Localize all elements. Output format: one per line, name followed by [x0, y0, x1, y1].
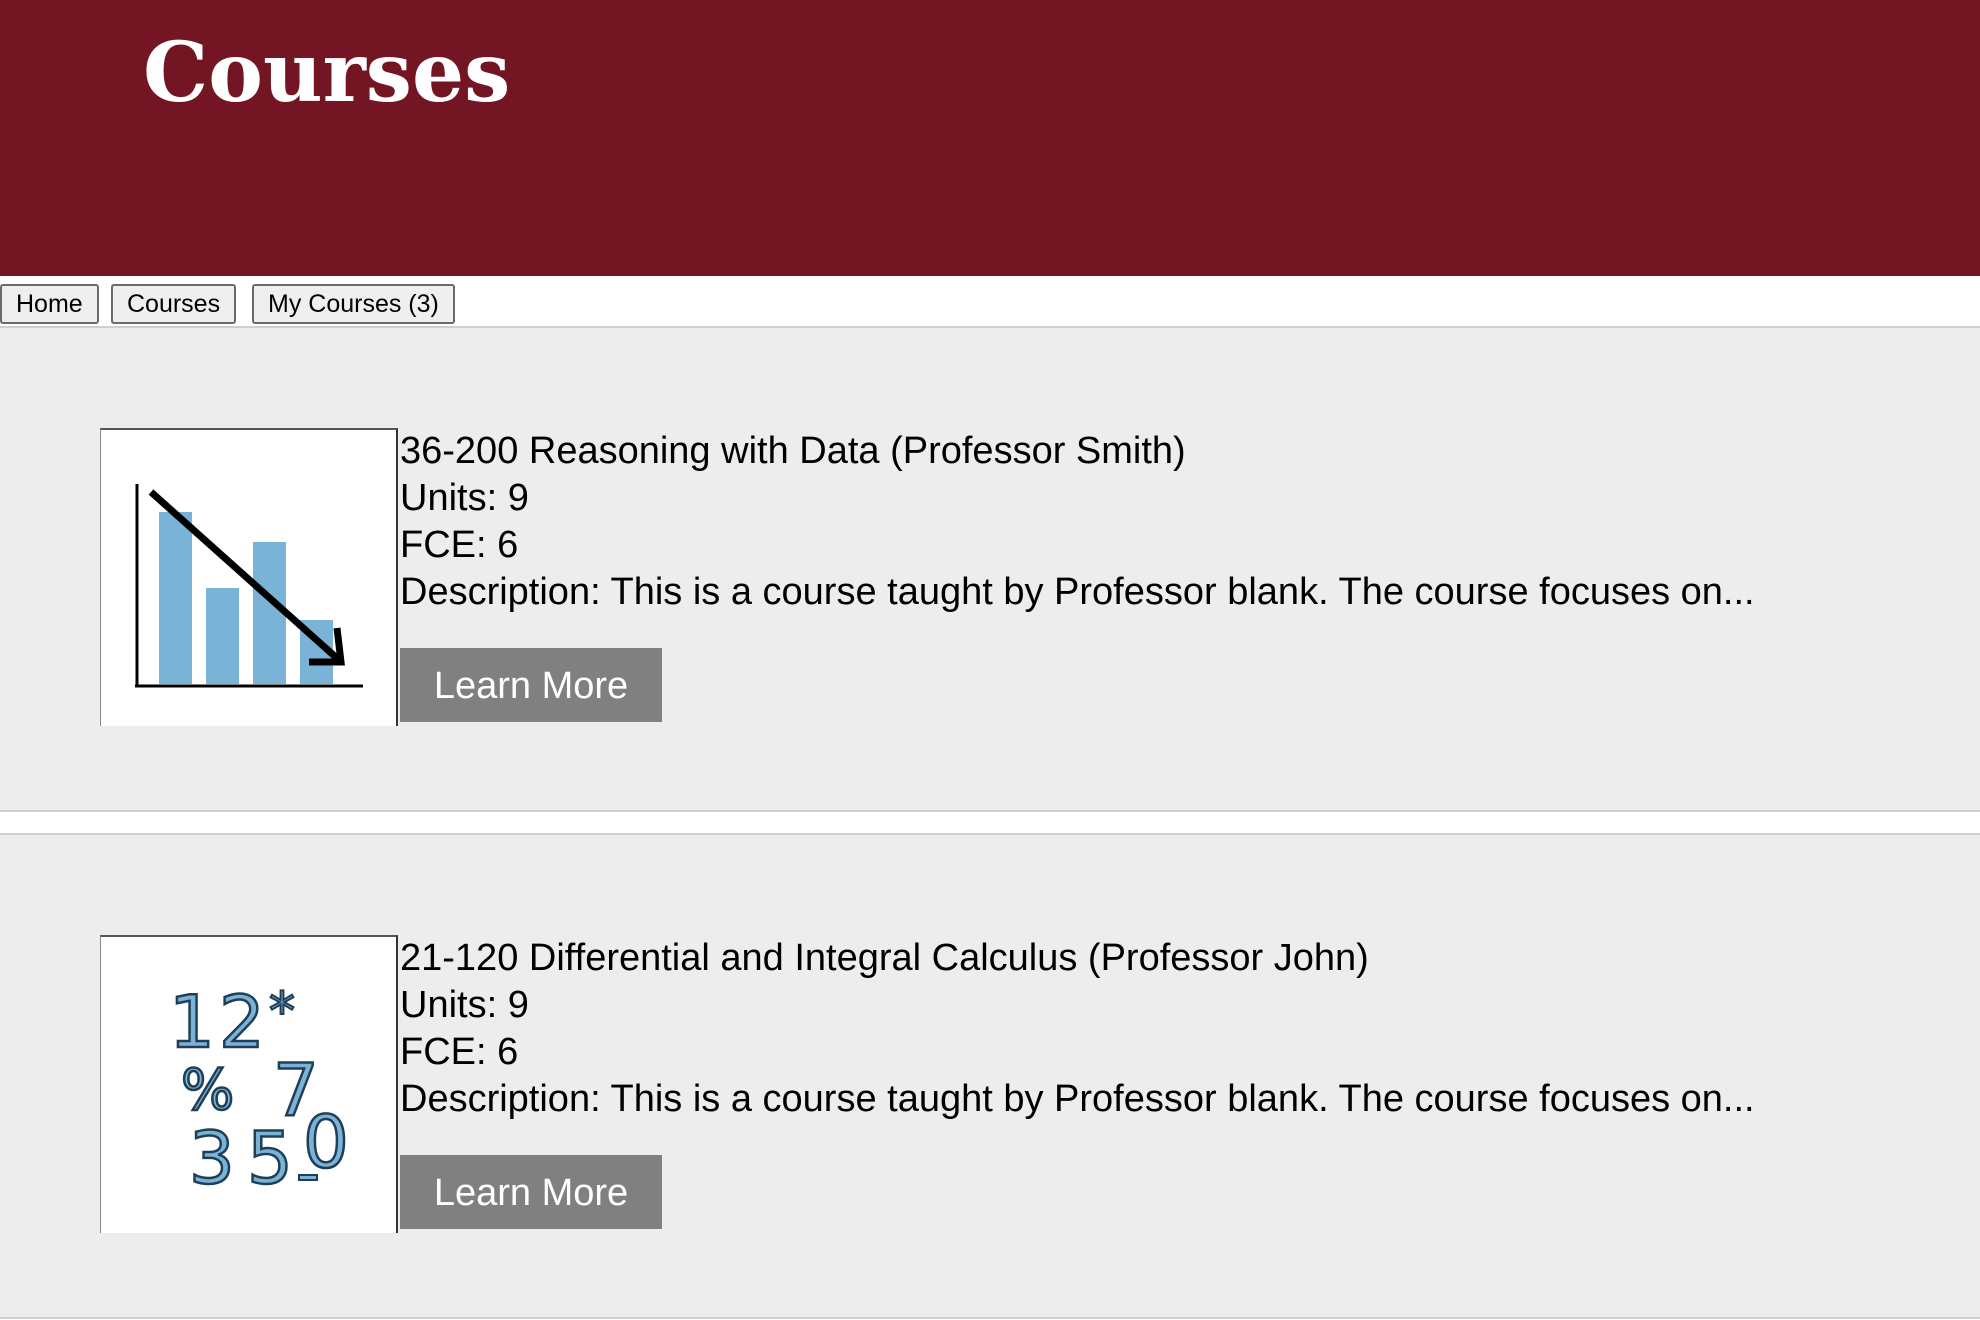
learn-more-button[interactable]: Learn More — [400, 648, 662, 722]
nav-courses-button[interactable]: Courses — [111, 284, 237, 324]
course-title: 36-200 Reasoning with Data (Professor Sm… — [400, 430, 1186, 472]
course-info: 21-120 Differential and Integral Calculu… — [400, 935, 1755, 1123]
course-card: 36-200 Reasoning with Data (Professor Sm… — [0, 328, 1980, 812]
numbers-icon: 1 2 % 7 3 5 0 * — [168, 979, 350, 1202]
course-description: Description: This is a course taught by … — [400, 1078, 1755, 1120]
learn-more-button[interactable]: Learn More — [400, 1155, 662, 1229]
svg-text:2: 2 — [219, 980, 265, 1064]
course-card: 1 2 % 7 3 5 0 * 21-120 Differential and … — [0, 833, 1980, 1319]
page-title: Courses — [143, 25, 511, 121]
svg-text:3: 3 — [189, 1116, 235, 1200]
course-title: 21-120 Differential and Integral Calculu… — [400, 937, 1369, 979]
svg-text:*: * — [269, 982, 295, 1042]
section-divider — [0, 812, 1980, 833]
course-thumbnail — [100, 428, 398, 726]
course-units: Units: 9 — [400, 984, 529, 1026]
nav-home-button[interactable]: Home — [0, 284, 99, 324]
course-info: 36-200 Reasoning with Data (Professor Sm… — [400, 428, 1755, 616]
svg-text:%: % — [181, 1058, 234, 1123]
course-description: Description: This is a course taught by … — [400, 571, 1755, 613]
svg-text:0: 0 — [303, 1100, 349, 1184]
course-fce: FCE: 6 — [400, 524, 519, 566]
svg-text:5: 5 — [247, 1116, 293, 1200]
nav-bar: Home Courses My Courses (3) — [0, 276, 1980, 328]
nav-my-courses-button[interactable]: My Courses (3) — [252, 284, 455, 324]
svg-text:1: 1 — [169, 980, 215, 1064]
course-thumbnail: 1 2 % 7 3 5 0 * — [100, 935, 398, 1233]
page-header: Courses — [0, 0, 1980, 276]
bar-chart-declining-icon — [135, 484, 363, 688]
course-units: Units: 9 — [400, 477, 529, 519]
course-fce: FCE: 6 — [400, 1031, 519, 1073]
